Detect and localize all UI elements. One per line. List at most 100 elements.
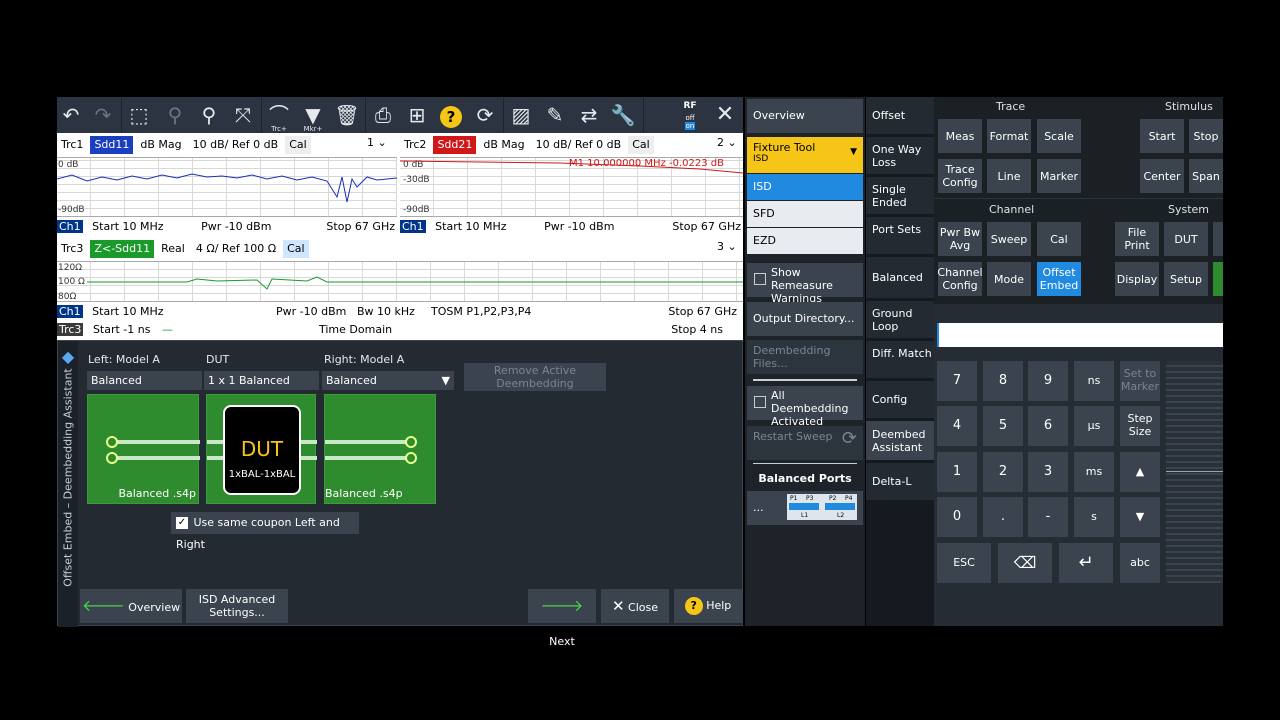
option-ezd[interactable]: EZD: [747, 228, 863, 254]
overview-menu-button[interactable]: Overview: [747, 99, 863, 133]
down-arrow-key[interactable]: ▼: [1120, 497, 1160, 537]
right-coupon[interactable]: Balanced .s4p: [324, 394, 436, 504]
offset-embed-key[interactable]: Offset Embed: [1037, 262, 1081, 296]
trace1-number[interactable]: 1 ⌄: [367, 136, 387, 149]
key-minus[interactable]: -: [1028, 497, 1068, 537]
softkey-diff-match[interactable]: Diff. Match: [866, 341, 934, 379]
redo-icon[interactable]: ↷: [89, 101, 117, 129]
key-us[interactable]: µs: [1074, 406, 1114, 446]
set-to-marker-key[interactable]: Set to Marker: [1120, 361, 1160, 401]
softkey-deembed-assistant[interactable]: Deembed Assistant: [866, 421, 934, 461]
softkey-ground-loop[interactable]: Ground Loop: [866, 301, 934, 339]
sliders-icon[interactable]: ⇄: [575, 101, 603, 129]
line-key[interactable]: Line: [987, 159, 1031, 193]
display-icon[interactable]: ▨: [507, 101, 535, 129]
windows-icon[interactable]: ⊞: [403, 101, 431, 129]
help-button[interactable]: ? Help: [674, 589, 742, 623]
undo-icon[interactable]: ↶: [57, 101, 85, 129]
refresh-icon[interactable]: ⟳: [471, 101, 499, 129]
channel-config-key[interactable]: Channel Config: [937, 262, 983, 296]
restart-sweep-button[interactable]: Restart Sweep ⟳: [747, 426, 863, 460]
dut-select[interactable]: 1 x 1 Balanced: [204, 371, 319, 390]
balanced-ports-button[interactable]: ... P1 P3 P2 P4 L1 L2: [747, 491, 863, 525]
file-print-key[interactable]: File Print: [1115, 222, 1159, 256]
same-coupon-checkbox[interactable]: ✓: [176, 517, 188, 529]
fullscreen-icon[interactable]: ⤧: [229, 101, 257, 129]
up-arrow-key[interactable]: ▲: [1120, 452, 1160, 492]
key-2[interactable]: 2: [983, 452, 1023, 492]
key-ns[interactable]: ns: [1074, 361, 1114, 401]
meas-key[interactable]: Meas: [938, 119, 982, 153]
close-button[interactable]: ✕ Close: [601, 589, 669, 623]
key-ms[interactable]: ms: [1074, 452, 1114, 492]
all-deembedding-option[interactable]: All Deembedding Activated: [747, 386, 863, 428]
key-4[interactable]: 4: [937, 406, 977, 446]
softkey-config[interactable]: Config: [866, 381, 934, 419]
esc-key[interactable]: ESC: [937, 543, 991, 583]
fixture-tool-select[interactable]: Fixture Tool ISD ▼: [747, 137, 863, 173]
span-key[interactable]: Span: [1189, 159, 1223, 193]
key-7[interactable]: 7: [937, 361, 977, 401]
output-directory-button[interactable]: Output Directory...: [747, 302, 863, 336]
center-key[interactable]: Center: [1140, 159, 1184, 193]
key-dot[interactable]: .: [983, 497, 1023, 537]
add-marker-icon[interactable]: ▼ Mkr+: [299, 101, 327, 133]
pwr-bw-avg-key[interactable]: Pwr Bw Avg: [938, 222, 982, 256]
cal-key[interactable]: Cal: [1037, 222, 1081, 256]
add-trace-icon[interactable]: ⌒ Trc+: [265, 101, 293, 133]
wrench-icon[interactable]: 🔧: [609, 101, 637, 129]
key-1[interactable]: 1: [937, 452, 977, 492]
softkey-port-sets[interactable]: Port Sets: [866, 217, 934, 255]
wizard-icon[interactable]: ✎: [541, 101, 569, 129]
right-model-select[interactable]: Balanced ▼: [322, 371, 454, 390]
start-key[interactable]: Start: [1140, 119, 1184, 153]
softkey-delta-l[interactable]: Delta-L: [866, 463, 934, 501]
trace1-header[interactable]: Trc1 Sdd11 dB Mag 10 dB/ Ref 0 dB Cal: [57, 136, 314, 154]
key-8[interactable]: 8: [983, 361, 1023, 401]
left-coupon[interactable]: Balanced .s4p: [87, 394, 200, 504]
option-sfd[interactable]: SFD: [747, 201, 863, 227]
rf-toggle[interactable]: RF off on: [679, 101, 701, 130]
trace-config-key[interactable]: Trace Config: [938, 159, 982, 193]
key-6[interactable]: 6: [1028, 406, 1068, 446]
stop-key[interactable]: Stop: [1189, 119, 1223, 153]
abc-key[interactable]: abc: [1120, 543, 1160, 583]
show-remeasure-option[interactable]: Show Remeasure Warnings: [747, 263, 863, 305]
zoom-select-icon[interactable]: ⬚: [125, 101, 153, 129]
softkey-balanced[interactable]: Balanced: [866, 257, 934, 299]
same-coupon-option[interactable]: ✓ Use same coupon Left and Right: [171, 512, 359, 551]
remeasure-checkbox[interactable]: [754, 273, 766, 285]
deembedding-files-button[interactable]: Deembedding Files...: [747, 340, 863, 374]
key-5[interactable]: 5: [983, 406, 1023, 446]
print-icon[interactable]: ⎙: [369, 101, 397, 129]
rotary-knob[interactable]: [1166, 361, 1223, 583]
display-key[interactable]: Display: [1115, 262, 1159, 296]
option-isd[interactable]: ISD: [747, 174, 863, 200]
dut-block[interactable]: DUT 1xBAL-1xBAL: [206, 394, 317, 504]
delete-icon[interactable]: 🗑: [333, 101, 361, 129]
trace2-header[interactable]: Trc2 Sdd21 dB Mag 10 dB/ Ref 0 dB Cal: [400, 136, 657, 154]
softkey-single-ended[interactable]: Single Ended: [866, 177, 934, 215]
close-icon[interactable]: ✕: [711, 101, 739, 129]
value-input[interactable]: [937, 323, 1223, 347]
enter-key[interactable]: ↵: [1059, 543, 1113, 583]
isd-advanced-settings-button[interactable]: ISD Advanced Settings...: [186, 589, 288, 623]
softkey-offset[interactable]: Offset: [866, 97, 934, 135]
zoom-reset-icon[interactable]: ⚲: [161, 101, 189, 129]
key-3[interactable]: 3: [1028, 452, 1068, 492]
trace2-number[interactable]: 2 ⌄: [717, 136, 737, 149]
overview-button[interactable]: 🡐 Overview: [80, 589, 182, 623]
sweep-key[interactable]: Sweep: [987, 222, 1031, 256]
step-size-key[interactable]: Step Size: [1120, 406, 1160, 446]
key-9[interactable]: 9: [1028, 361, 1068, 401]
backspace-key[interactable]: ⌫: [998, 543, 1052, 583]
setup-key[interactable]: Setup: [1164, 262, 1208, 296]
mode-key[interactable]: Mode: [987, 262, 1031, 296]
remove-deembedding-button[interactable]: Remove Active Deembedding: [464, 363, 606, 391]
softkey-one-way-loss[interactable]: One Way Loss: [866, 137, 934, 175]
key-0[interactable]: 0: [937, 497, 977, 537]
next-button[interactable]: 🡒 Next: [528, 589, 596, 648]
format-key[interactable]: Format: [987, 119, 1031, 153]
dut-key[interactable]: DUT: [1164, 222, 1208, 256]
help-icon[interactable]: ?: [437, 101, 465, 129]
